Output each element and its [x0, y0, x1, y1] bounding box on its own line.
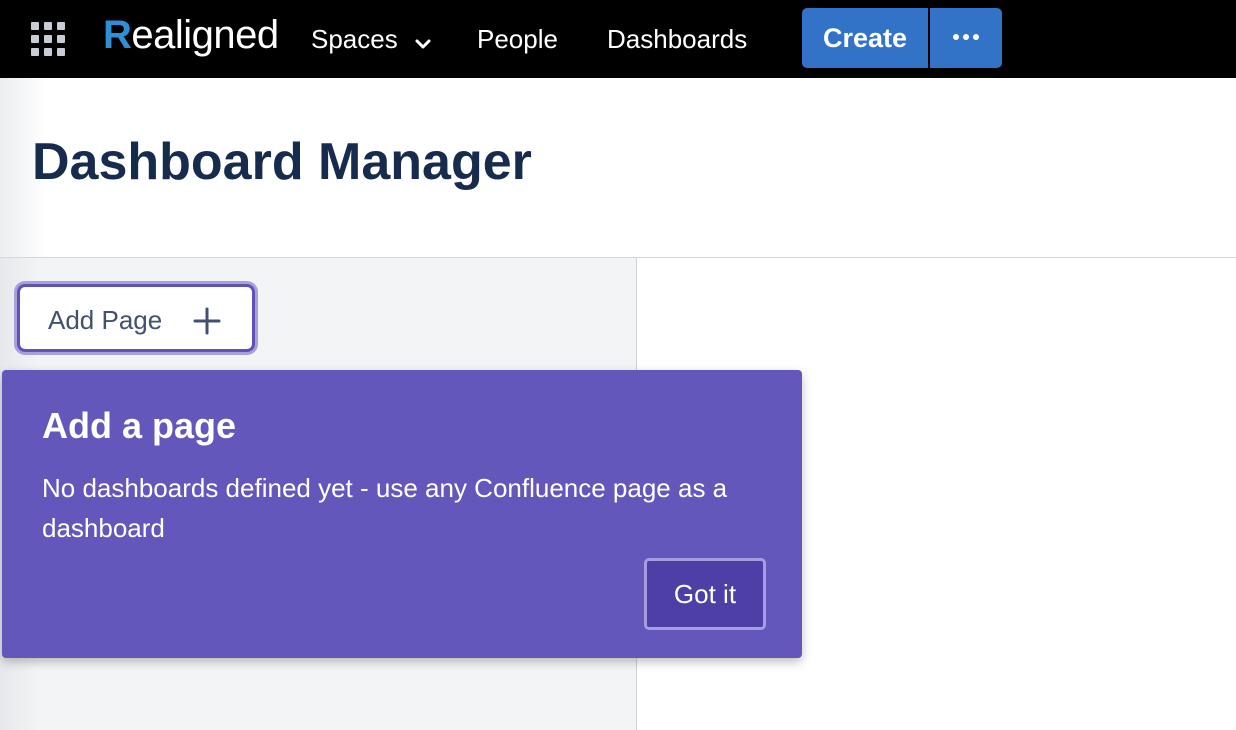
app-switcher-icon[interactable]: [31, 22, 65, 56]
plus-icon: [193, 307, 221, 340]
tip-body: No dashboards defined yet - use any Conf…: [42, 473, 728, 543]
nav-spaces-dropdown[interactable]: Spaces: [311, 18, 431, 60]
top-navigation-bar: Realigned Spaces People Dashboards Creat…: [0, 0, 1236, 78]
add-page-label: Add Page: [48, 305, 163, 335]
more-dots-icon: [953, 34, 979, 40]
got-it-button[interactable]: Got it: [644, 558, 766, 630]
nav-spaces-label: Spaces: [311, 24, 398, 54]
more-actions-button[interactable]: [930, 8, 1002, 68]
chevron-down-icon: [415, 20, 431, 62]
page-title: Dashboard Manager: [32, 133, 532, 191]
add-page-button[interactable]: Add Page: [17, 284, 255, 352]
nav-dashboards[interactable]: Dashboards: [607, 18, 747, 60]
nav-people[interactable]: People: [477, 18, 558, 60]
tip-title: Add a page: [42, 405, 237, 446]
create-button[interactable]: Create: [802, 8, 928, 68]
realigned-logo[interactable]: Realigned: [103, 10, 279, 60]
onboarding-tip: Add a page No dashboards defined yet - u…: [2, 370, 802, 658]
